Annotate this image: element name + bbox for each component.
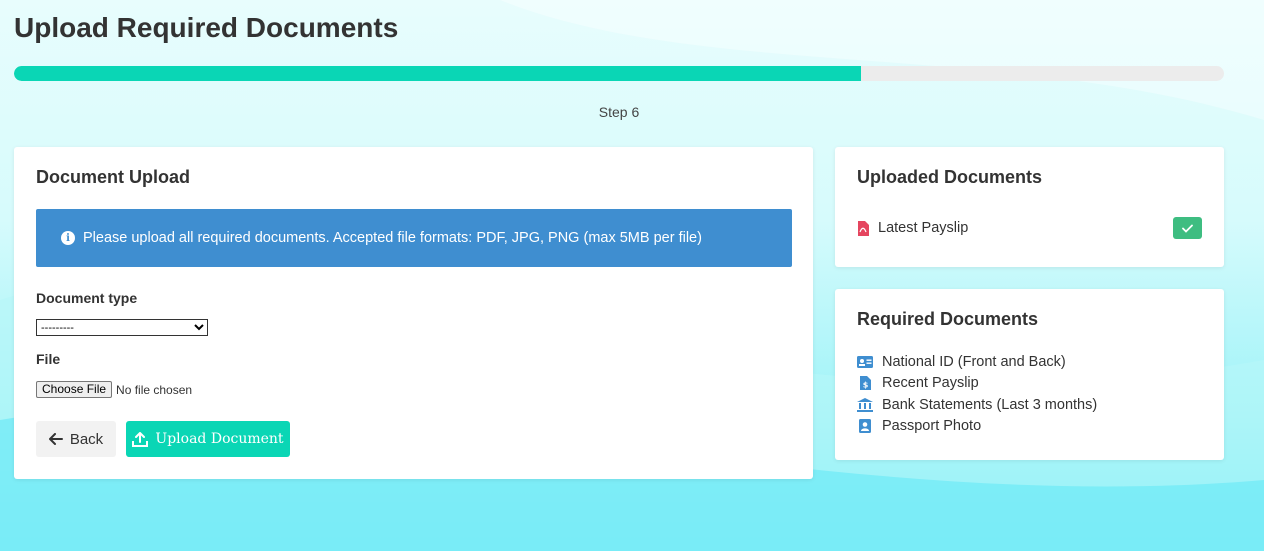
id-card-icon (857, 355, 873, 368)
svg-text:$: $ (862, 381, 868, 390)
required-item-payslip: $ Recent Payslip (857, 373, 1097, 395)
file-input: Choose File No file chosen (36, 381, 192, 398)
document-type-select[interactable]: --------- (36, 319, 208, 336)
info-icon: i (61, 231, 75, 245)
file-label: File (36, 351, 61, 367)
required-documents-list: National ID (Front and Back) $ Recent Pa… (857, 351, 1097, 437)
upload-document-button[interactable]: Upload Document (126, 421, 290, 457)
required-item-label: Passport Photo (882, 418, 982, 435)
choose-file-button[interactable]: Choose File (36, 381, 113, 398)
uploaded-item-name: Latest Payslip (878, 220, 969, 236)
required-item-passport-photo: Passport Photo (857, 416, 1097, 438)
no-file-text: No file chosen (116, 382, 193, 397)
back-button[interactable]: Back (36, 421, 116, 457)
progress-fill (14, 66, 861, 81)
info-banner: i Please upload all required documents. … (36, 209, 792, 267)
required-documents-card: Required Documents National ID (Front an… (835, 289, 1224, 460)
portrait-icon (857, 419, 873, 434)
document-type-label: Document type (36, 290, 138, 306)
required-item-label: National ID (Front and Back) (882, 353, 1066, 370)
step-label: Step 6 (598, 104, 640, 120)
arrow-left-icon (48, 433, 63, 445)
upload-icon (132, 431, 149, 447)
uploaded-documents-card: Uploaded Documents Latest Payslip (835, 147, 1224, 267)
required-item-label: Bank Statements (Last 3 months) (882, 396, 1098, 413)
required-item-label: Recent Payslip (882, 375, 979, 392)
bank-icon (857, 397, 873, 412)
page-title: Upload Required Documents (14, 12, 399, 43)
check-icon (1182, 224, 1193, 233)
uploaded-status-badge (1173, 217, 1202, 239)
required-item-bank-statements: Bank Statements (Last 3 months) (857, 394, 1097, 416)
document-upload-card: Document Upload i Please upload all requ… (14, 147, 813, 479)
invoice-icon: $ (857, 376, 873, 391)
uploaded-documents-title: Uploaded Documents (857, 167, 1043, 187)
progress-bar (14, 66, 1224, 81)
document-upload-title: Document Upload (36, 167, 191, 187)
required-item-national-id: National ID (Front and Back) (857, 351, 1097, 373)
pdf-file-icon (857, 220, 869, 236)
required-documents-title: Required Documents (857, 309, 1039, 329)
info-text: Please upload all required documents. Ac… (83, 230, 702, 246)
uploaded-item: Latest Payslip (857, 217, 1202, 239)
upload-document-label: Upload Document (155, 431, 284, 447)
back-label: Back (69, 430, 104, 448)
